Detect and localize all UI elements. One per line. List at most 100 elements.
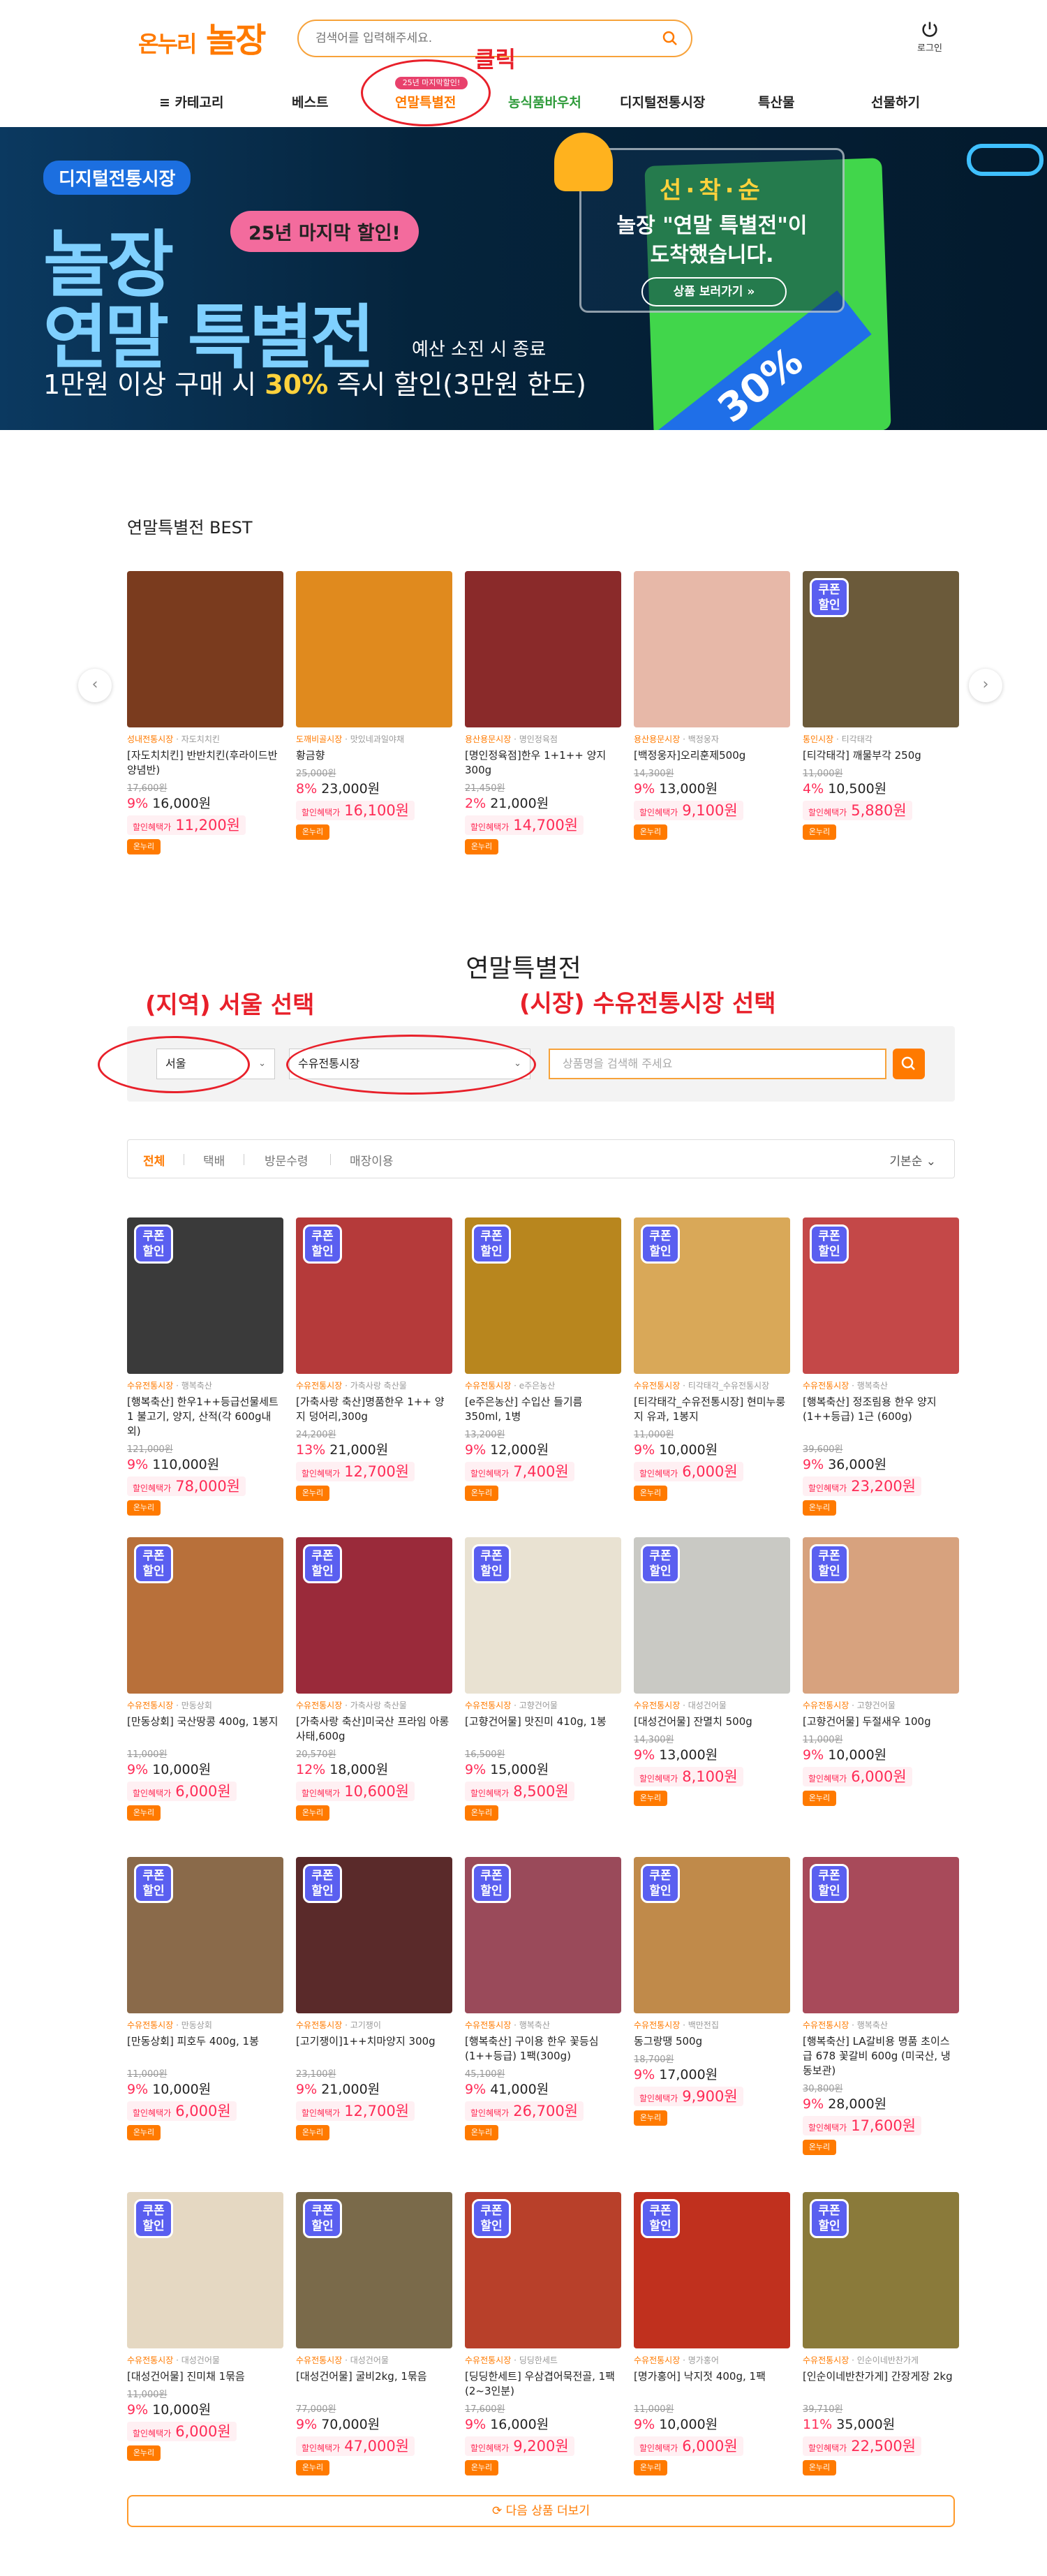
original-price: 11,000원 [127,2390,168,2400]
product-image[interactable]: 쿠폰 할인 [127,2192,283,2348]
discount-price-box: 할인혜택가 12,700원 [296,2101,415,2121]
product-name[interactable]: [e주은농산] 수입산 들기름 350ml, 1병 [465,1395,621,1424]
tab-delivery[interactable]: 택배 [203,1151,225,1169]
product-name[interactable]: [자도치치킨] 반반치킨(후라이드반양념반) [127,748,283,778]
product-name[interactable]: [행복축산] 구이용 한우 꽃등심 (1++등급) 1팩(300g) [465,2034,621,2064]
product-name[interactable]: [행복축산] 한우1++등급선물세트1 불고기, 양지, 산적(각 600g내외… [127,1395,283,1439]
product-search-button[interactable] [893,1049,925,1079]
product-name[interactable]: [가축사랑 축산]명품한우 1++ 양지 덩어리,300g [296,1395,452,1424]
discount-price: 22,500원 [851,2438,916,2455]
tab-all[interactable]: 전체 [143,1151,165,1169]
search-icon[interactable] [662,30,678,47]
product-image[interactable]: 쿠폰 할인 [803,2192,959,2348]
product-image[interactable]: 쿠폰 할인 [296,1857,452,2013]
hero-banner[interactable]: 30% 디지털전통시장 놀장 연말 특별전 25년 마지막 할인! 예산 소진 … [0,127,1047,430]
price-value: 10,000원 [828,1747,887,1763]
product-name[interactable]: 황금향 [296,748,452,763]
product-image[interactable] [465,571,621,727]
glasses-icon [967,144,1044,176]
product-name[interactable]: [가축사랑 축산]미국산 프라임 아롱사태,600g [296,1715,452,1744]
discount-price-box: 할인혜택가 5,880원 [803,801,912,820]
product-image[interactable]: 쿠폰 할인 [296,2192,452,2348]
market-name: 수유전통시장 [634,1381,681,1391]
carousel-next-button[interactable]: › [969,669,1002,702]
coupon-badge: 쿠폰 할인 [303,1544,342,1583]
product-image[interactable] [296,571,452,727]
load-more-button[interactable]: ⟳ 다음 상품 더보기 [127,2495,955,2527]
product-name[interactable]: [인순이네반찬가게] 간장게장 2kg [803,2369,959,2384]
product-name[interactable]: [고기쟁이]1++치마양지 300g [296,2034,452,2049]
discount-label: 할인혜택가 [302,1789,341,1798]
product-image[interactable] [127,571,283,727]
discount-price-box: 할인혜택가 23,200원 [803,1476,922,1496]
view-products-button[interactable]: 상품 보러가기 » [641,277,787,306]
carousel-prev-button[interactable]: ‹ [78,669,112,702]
product-name[interactable]: [고향건어물] 맛진미 410g, 1봉 [465,1715,621,1729]
product-name[interactable]: [만동상회] 피호두 400g, 1봉 [127,2034,283,2049]
product-image[interactable]: 쿠폰 할인 [465,1217,621,1374]
sort-select[interactable]: 기본순 ⌄ [889,1151,936,1169]
product-name[interactable]: [백정웅자]오리훈제500g [634,748,790,763]
product-image[interactable]: 쿠폰 할인 [296,1537,452,1694]
product-image[interactable] [634,571,790,727]
product-image[interactable]: 쿠폰 할인 [803,1217,959,1374]
product-name[interactable]: [대성건어물] 굴비2kg, 1묶음 [296,2369,452,2384]
product-name[interactable]: [고향건어물] 두절새우 100g [803,1715,959,1729]
product-image[interactable]: 쿠폰 할인 [634,1857,790,2013]
nav-category[interactable]: ≡ 카테고리 [159,92,223,111]
site-logo[interactable]: 온누리 놀장 [138,13,266,61]
discount-price-box: 할인혜택가 78,000원 [127,1476,246,1496]
coupon-badge: 쿠폰 할인 [303,1864,342,1903]
product-name[interactable]: [딩딩한세트] 우삼겹어묵전골, 1팩 (2~3인분) [465,2369,621,2399]
product-name[interactable]: [대성건어물] 잔멸치 500g [634,1715,790,1729]
product-name[interactable]: [행복축산] LA갈비용 명품 초이스급 678 꽃갈비 600g (미국산, … [803,2034,959,2078]
discount-price-box: 할인혜택가 9,900원 [634,2087,743,2106]
product-image[interactable]: 쿠폰 할인 [634,1217,790,1374]
product-image[interactable]: 쿠폰 할인 [465,2192,621,2348]
tab-divider [330,1154,331,1165]
market-name: 수유전통시장 [296,1701,343,1710]
load-more-label: 다음 상품 더보기 [505,2504,590,2518]
price-value: 21,000원 [329,1442,389,1458]
product-image[interactable]: 쿠폰 할인 [127,1217,283,1374]
product-name[interactable]: [티각태각] 깨물부각 250g [803,748,959,763]
annotation-market: (시장) 수유전통시장 선택 [519,990,776,1018]
product-name[interactable]: [명인정육점]한우 1+1++ 양지300g [465,748,621,778]
shop-name: 행복축산 [181,1381,212,1391]
product-name[interactable]: [만동상회] 국산땅콩 400g, 1봉지 [127,1715,283,1729]
product-image[interactable]: 쿠폰 할인 [803,571,959,727]
price-value: 10,500원 [828,781,887,797]
sale-price: 12% 18,000원 [296,1759,388,1778]
logo-text-right: 놀장 [206,21,266,60]
tab-pickup[interactable]: 방문수령 [265,1151,309,1169]
sale-price: 9% 16,000원 [127,793,211,812]
tab-in-store[interactable]: 매장이용 [350,1151,394,1169]
product-image[interactable]: 쿠폰 할인 [803,1857,959,2013]
discount-percent: 9% [296,2417,318,2432]
nav-gift[interactable]: 선물하기 [871,92,920,111]
login-button[interactable]: 로그인 [916,20,944,54]
product-image[interactable]: 쿠폰 할인 [296,1217,452,1374]
product-image[interactable]: 쿠폰 할인 [634,1537,790,1694]
nav-digital-market[interactable]: 디지털전통시장 [620,92,705,111]
market-name: 용산용문시장 [634,734,681,744]
nav-best[interactable]: 베스트 [292,92,328,111]
product-name[interactable]: [대성건어물] 진미채 1묶음 [127,2369,283,2384]
product-name[interactable]: [행복축산] 정조림용 한우 양지 (1++등급) 1근 (600g) [803,1395,959,1424]
product-image[interactable]: 쿠폰 할인 [465,1857,621,2013]
product-image[interactable]: 쿠폰 할인 [127,1857,283,2013]
product-image[interactable]: 쿠폰 할인 [465,1537,621,1694]
product-name[interactable]: [티각태각_수유전통시장] 현미누룽지 유과, 1봉지 [634,1395,790,1424]
nav-voucher[interactable]: 농식품바우처 [508,92,581,111]
price-value: 10,000원 [659,2417,718,2432]
product-name[interactable]: [명가홍어] 낙지젓 400g, 1팩 [634,2369,790,2384]
discount-price: 9,900원 [682,2088,738,2105]
product-image[interactable]: 쿠폰 할인 [803,1537,959,1694]
special-section-title: 연말특별전 [466,954,581,983]
product-image[interactable]: 쿠폰 할인 [127,1537,283,1694]
product-image[interactable]: 쿠폰 할인 [634,2192,790,2348]
nav-specialty[interactable]: 특산물 [758,92,794,111]
nav-label: 카테고리 [174,95,224,110]
product-search-input[interactable]: 상품명을 검색해 주세요 [549,1049,886,1079]
product-name[interactable]: 동그랑땡 500g [634,2034,790,2049]
